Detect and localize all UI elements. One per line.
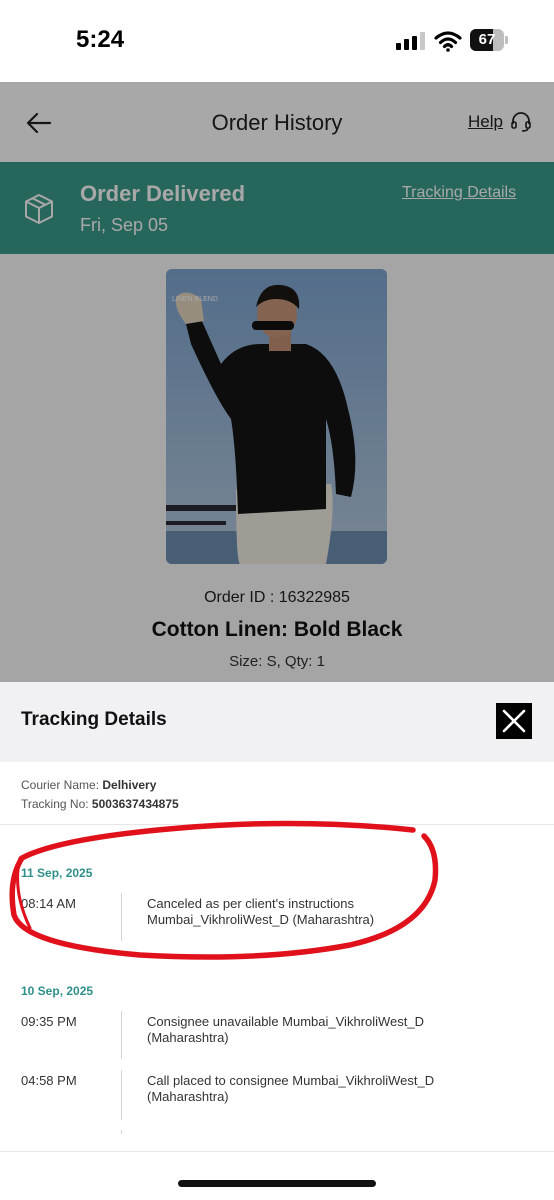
home-indicator[interactable] [178,1180,376,1187]
close-icon [502,709,526,733]
courier-name: Courier Name: Delhivery [21,778,156,792]
event-time: 09:35 PM [21,1014,77,1029]
timeline-date: 10 Sep, 2025 [21,984,94,998]
tracking-label: Tracking No: [21,797,89,811]
status-time: 5:24 [76,26,125,53]
timeline-line [121,893,122,941]
event-time: 08:14 AM [21,896,76,911]
event-description: Canceled as per client's instructions Mu… [147,896,375,927]
event-time: 04:58 PM [21,1073,77,1088]
tracking-value: 5003637434875 [91,797,179,811]
divider [0,824,554,825]
timeline-line [121,1011,122,1059]
modal-backdrop[interactable] [0,82,554,682]
battery-icon: 67 [470,29,508,51]
timeline-line [121,1070,122,1120]
courier-label: Courier Name: [21,778,100,792]
tracking-number: Tracking No: 5003637434875 [21,797,179,811]
close-button[interactable] [496,703,532,739]
battery-level: 67 [478,31,496,48]
divider [0,1151,554,1152]
event-description: Call placed to consignee Mumbai_Vikhroli… [147,1073,435,1104]
timeline-date: 11 Sep, 2025 [21,866,93,880]
signal-icon [396,32,425,50]
wifi-icon [434,31,462,52]
tracking-sheet-title: Tracking Details [21,709,167,730]
timeline-line [121,1130,122,1134]
event-description: Consignee unavailable Mumbai_VikhroliWes… [147,1014,425,1045]
courier-value: Delhivery [102,778,157,792]
